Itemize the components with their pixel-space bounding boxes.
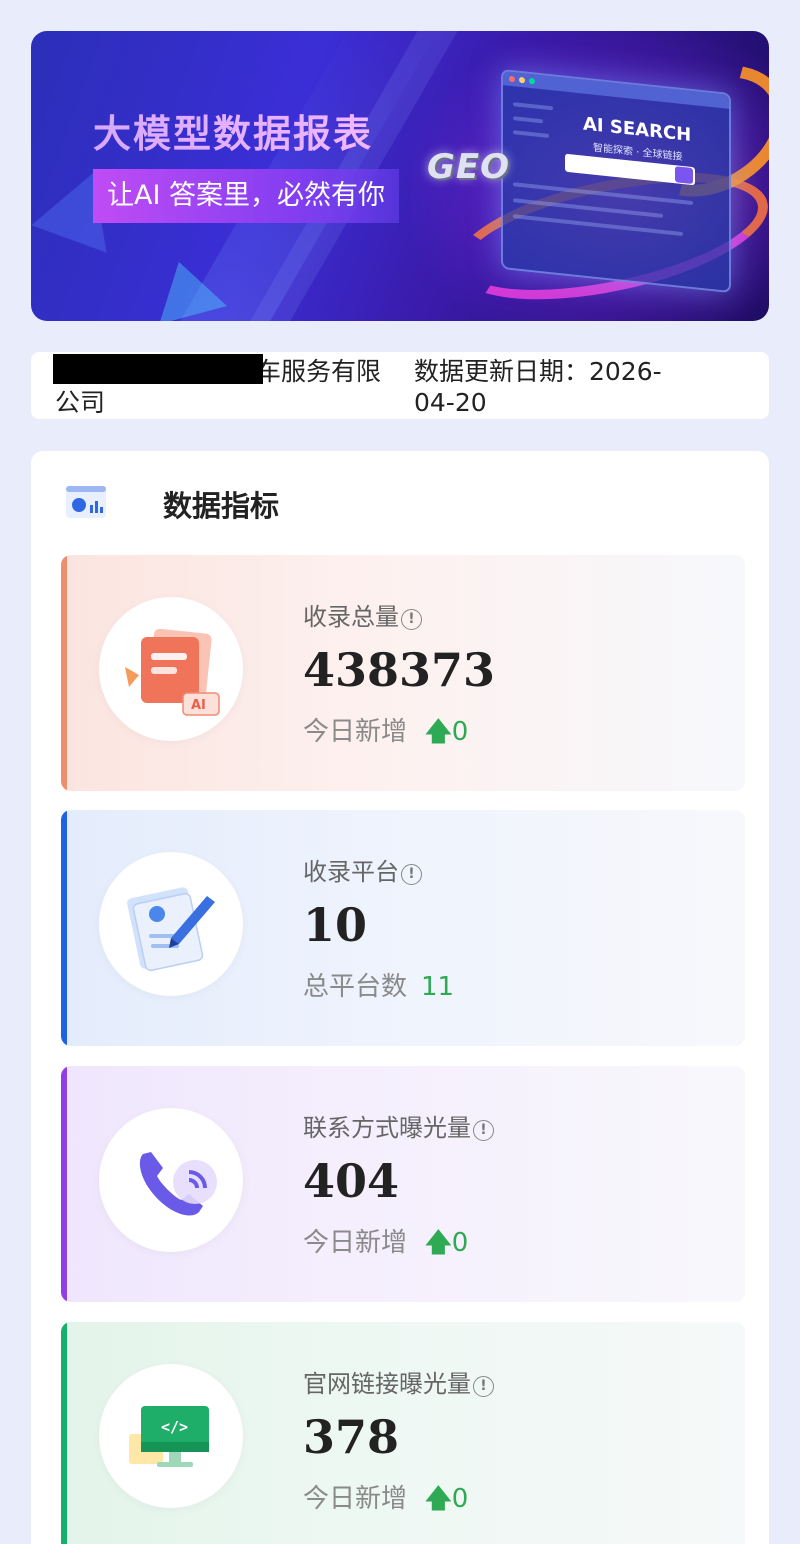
metric-sub: 今日新增 🡅0 [303,1222,468,1268]
metric-label: 收录总量! [303,597,422,632]
metric-sub-value: 11 [421,972,455,1002]
screen-line [513,102,553,111]
arrow-up-icon: 🡅 [425,1228,452,1258]
company-name-line2: 公司 [55,388,106,417]
card-accent-bar [61,1322,67,1544]
screen-line [513,116,543,124]
metric-label-text: 官网链接曝光量 [303,1370,471,1398]
metric-value: 378 [303,1410,400,1464]
arrow-up-icon: 🡅 [425,1484,452,1514]
metric-label: 联系方式曝光量! [303,1108,494,1143]
card-accent-bar [61,555,67,791]
metrics-panel: 数据指标 AI 收录总量! 438373 今日新增 🡅0 收录平台 ! 10 总… [31,451,769,1544]
metric-label: 官网链接曝光量! [303,1364,494,1399]
metric-label-text: 联系方式曝光量 [303,1114,471,1142]
edit-document-icon [127,887,215,972]
info-icon[interactable]: ! [401,864,422,885]
card-icon-circle [99,1108,243,1252]
data-chart-icon [66,486,106,518]
update-date-line2: 04-20 [414,388,487,417]
update-date: 数据更新日期：2026- 04-20 [414,356,714,418]
card-accent-bar [61,810,67,1046]
metric-sub-label: 今日新增 [303,1228,408,1258]
window-dot [529,77,535,85]
hero-banner: AI SEARCH 智能探索 · 全球链接 GEO 大模型数据报表 让AI 答案… [31,31,769,321]
redaction-block [53,354,263,384]
metric-card-indexed-platforms[interactable]: 收录平台! 10 总平台数 11 [61,810,745,1046]
metric-card-contact-exposure[interactable]: 联系方式曝光量! 404 今日新增 🡅0 [61,1066,745,1302]
phone-call-icon [139,1152,217,1216]
info-icon[interactable]: ! [401,609,422,630]
metric-sub-label: 今日新增 [303,1484,408,1514]
banner-title: 大模型数据报表 [93,103,373,158]
metric-sub: 总平台数 11 [303,966,454,1003]
banner-subtitle: 让AI 答案里，必然有你 [93,169,400,223]
card-icon-circle [99,852,243,996]
metric-sub-value: 0 [451,1228,469,1258]
arrow-up-icon: 🡅 [425,717,452,747]
metric-sub: 今日新增 🡅0 [303,1478,468,1524]
svg-text:AI: AI [191,698,206,713]
metric-sub-label: 总平台数 [303,972,408,1002]
search-icon [675,166,693,185]
metric-sub: 今日新增 🡅0 [303,711,468,757]
metric-sub-value: 0 [451,1484,469,1514]
window-dot [519,76,525,84]
monitor-code-icon: </> [129,1406,209,1467]
metric-label-text: 收录总量 [303,603,399,631]
svg-text:</>: </> [161,1418,188,1436]
metric-label-text: 收录平台 [303,858,399,886]
window-dot [509,75,515,83]
company-info-bar: 汽车服务有限 公司 数据更新日期：2026- 04-20 [31,352,769,419]
info-icon[interactable]: ! [473,1120,494,1141]
screen-line [513,130,549,138]
ai-search-screen-illustration: AI SEARCH 智能探索 · 全球链接 [501,68,731,294]
metric-sub-value: 0 [451,717,469,747]
card-icon-circle: AI [99,597,243,741]
geo-logo: GEO [427,147,511,187]
metric-value: 438373 [303,643,496,697]
metric-card-website-exposure[interactable]: </> 官网链接曝光量! 378 今日新增 🡅0 [61,1322,745,1544]
metric-value: 10 [303,898,368,952]
metric-card-total-indexed[interactable]: AI 收录总量! 438373 今日新增 🡅0 [61,555,745,791]
update-date-line1: 数据更新日期：2026- [414,357,662,386]
info-icon[interactable]: ! [473,1376,494,1397]
document-ai-icon: AI [125,628,220,716]
metric-value: 404 [303,1154,400,1208]
metric-label: 收录平台! [303,852,422,887]
panel-title: 数据指标 [163,489,280,523]
metric-sub-label: 今日新增 [303,717,408,747]
screen-line [513,198,663,218]
card-accent-bar [61,1066,67,1302]
card-icon-circle: </> [99,1364,243,1508]
